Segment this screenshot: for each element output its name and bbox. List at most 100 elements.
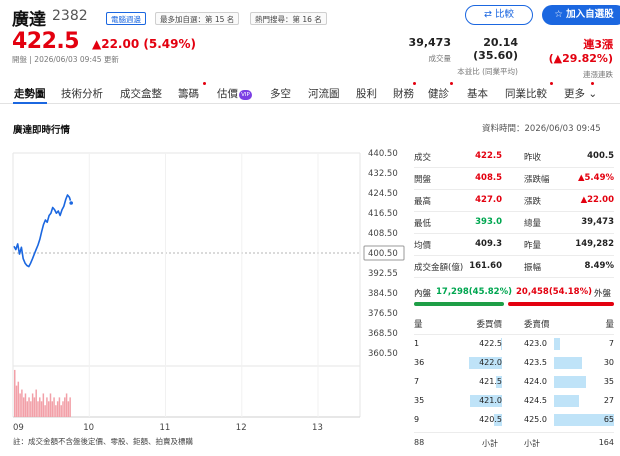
watchlist-rank-tag[interactable]: 最多加自選：第 15 名 bbox=[155, 12, 240, 25]
tab-valuation[interactable]: 估價 VIP bbox=[217, 86, 252, 101]
quote-value: 427.0 bbox=[475, 195, 502, 205]
ask-qty-header: 量 bbox=[605, 320, 614, 330]
tab-bull-bear[interactable]: 多空 bbox=[270, 86, 291, 101]
price-change: ▲22.00 (5.49%) bbox=[92, 37, 196, 51]
x-tick-label: 11 bbox=[160, 423, 171, 433]
chart-grid bbox=[12, 152, 361, 418]
volume-bar bbox=[49, 393, 52, 417]
bid-subtotal-label: 小計 bbox=[482, 439, 498, 448]
quote-value: 408.5 bbox=[475, 173, 502, 183]
compare-icon: ⇄ bbox=[483, 9, 492, 20]
compare-button[interactable]: ⇄ 比較 bbox=[465, 5, 533, 25]
ask-subtotal-label: 小計 bbox=[524, 439, 540, 448]
order-book-row: 35 421.0 424.5 27 bbox=[414, 392, 614, 411]
industry-tag[interactable]: 電腦週邊 bbox=[106, 12, 146, 25]
bid-qty: 35 bbox=[414, 396, 425, 405]
ask-price: 424.5 bbox=[524, 396, 547, 405]
tab-technical[interactable]: 技術分析 bbox=[61, 86, 103, 101]
volume-bar bbox=[44, 405, 46, 417]
tab-basic[interactable]: 基本 bbox=[467, 86, 488, 101]
ask-qty: 65 bbox=[603, 415, 614, 424]
bid-price-header: 委買價 bbox=[476, 320, 502, 330]
x-tick-label: 09 bbox=[13, 423, 24, 433]
price-line bbox=[13, 194, 72, 268]
compare-label: 比較 bbox=[494, 9, 514, 20]
x-axis-labels: 09 10 11 12 13 bbox=[13, 423, 323, 433]
order-book-header: 量 委買價 委賣價 量 bbox=[414, 315, 614, 335]
quote-label: 昨收 bbox=[524, 153, 542, 163]
bid-price: 421.5 bbox=[479, 377, 502, 386]
ask-total-qty: 164 bbox=[598, 438, 614, 447]
price-series bbox=[13, 194, 74, 268]
quote-label: 成交 bbox=[414, 153, 432, 163]
tab-more[interactable]: 更多 ⌄ bbox=[564, 86, 597, 101]
volume-bar bbox=[15, 385, 18, 417]
order-book-total: 88 小計 小計 164 bbox=[414, 432, 614, 450]
quote-label: 最低 bbox=[414, 219, 432, 229]
volume-bar bbox=[35, 389, 37, 417]
inner-outer-volume: 內盤 17,298(45.82%) 20,458(54.18%) 外盤 bbox=[414, 287, 614, 309]
quote-value: 161.60 bbox=[469, 261, 502, 271]
y-tick-label: 416.50 bbox=[368, 209, 398, 219]
quote-value: ▲22.00 bbox=[580, 195, 614, 205]
volume-bar bbox=[28, 397, 30, 417]
quote-row: 最低 393.0 總量 39,473 bbox=[414, 212, 614, 234]
last-price-dot bbox=[68, 200, 74, 206]
ask-qty: 35 bbox=[603, 377, 614, 386]
tab-peer-compare[interactable]: 同業比較 bbox=[505, 86, 547, 101]
y-tick-label: 360.50 bbox=[368, 349, 398, 359]
tab-more-label: 更多 bbox=[564, 88, 585, 100]
volume-bar bbox=[67, 401, 70, 417]
stock-header: 廣達 2382 電腦週邊 最多加自選：第 15 名 熱門搜尋：第 16 名 ⇄ … bbox=[12, 5, 620, 79]
bid-qty-header: 量 bbox=[414, 320, 423, 330]
tab-trade-box[interactable]: 成交盒整 bbox=[120, 86, 162, 101]
volume-bar bbox=[53, 397, 55, 417]
volume-bar bbox=[26, 401, 28, 417]
outer-volume-bar bbox=[507, 302, 614, 306]
volume-bar bbox=[56, 401, 59, 417]
tab-river[interactable]: 河流圖 bbox=[308, 86, 340, 101]
volume-value: 39,473 bbox=[408, 36, 451, 49]
volume-bar bbox=[30, 401, 32, 417]
quote-row: 成交 422.5 昨收 400.5 bbox=[414, 146, 614, 168]
ask-qty: 27 bbox=[603, 396, 614, 405]
volume-bar bbox=[17, 381, 20, 417]
y-tick-label: 400.50 bbox=[368, 249, 398, 259]
tab-chips[interactable]: 籌碼 bbox=[178, 86, 199, 101]
add-watchlist-button[interactable]: ☆ 加入自選股 bbox=[542, 5, 620, 25]
inner-volume-bar bbox=[414, 302, 504, 306]
bid-price: 422.5 bbox=[479, 339, 502, 348]
volume-label: 成交量 bbox=[428, 54, 452, 63]
order-book-row: 1 422.5 423.0 7 bbox=[414, 335, 614, 354]
volume-bar bbox=[60, 405, 62, 417]
outer-label: 外盤 bbox=[594, 289, 612, 299]
streak-stat: 連3漲 (▲29.82%) 連漲連跌 bbox=[517, 36, 613, 80]
current-price: 422.5 bbox=[12, 29, 80, 54]
tab-valuation-label: 估價 bbox=[217, 88, 238, 100]
ask-volume-bar bbox=[554, 357, 582, 369]
quote-table: 成交 422.5 昨收 400.5 開盤 408.5 漲跌幅 ▲5.49% 最高 427.0 漲跌 ▲… bbox=[414, 146, 614, 278]
y-tick-label: 424.50 bbox=[368, 189, 398, 199]
quote-row: 最高 427.0 漲跌 ▲22.00 bbox=[414, 190, 614, 212]
ask-price: 425.0 bbox=[524, 415, 547, 424]
quote-value: 39,473 bbox=[581, 217, 614, 227]
tab-diagnosis[interactable]: 健診 bbox=[428, 86, 449, 101]
ask-volume-bar bbox=[554, 376, 586, 388]
volume-bar bbox=[40, 401, 43, 417]
quote-row: 均價 409.3 昨量 149,282 bbox=[414, 234, 614, 256]
update-time: 開盤 | 2026/06/03 09:45 更新 bbox=[12, 55, 119, 64]
section-title: 廣達即時行情 bbox=[13, 125, 71, 136]
pe-label: 本益比 (同業平均) bbox=[457, 67, 518, 76]
pe-stat: 20.14 (35.60) 本益比 (同業平均) bbox=[450, 36, 518, 77]
tab-trend[interactable]: 走勢圖 bbox=[14, 86, 46, 101]
intraday-chart[interactable]: 440.50 432.50 424.50 416.50 408.50 400.50 392.… bbox=[0, 140, 410, 435]
volume-bar bbox=[31, 393, 34, 417]
quote-label: 最高 bbox=[414, 197, 432, 207]
tab-financial[interactable]: 財務 bbox=[393, 86, 414, 101]
tab-dividend[interactable]: 股利 bbox=[356, 86, 377, 101]
bid-price: 422.0 bbox=[479, 358, 502, 367]
ask-qty: 30 bbox=[603, 358, 614, 367]
search-rank-tag[interactable]: 熱門搜尋：第 16 名 bbox=[250, 12, 327, 25]
volume-bar bbox=[39, 397, 41, 417]
volume-bar bbox=[47, 401, 50, 417]
